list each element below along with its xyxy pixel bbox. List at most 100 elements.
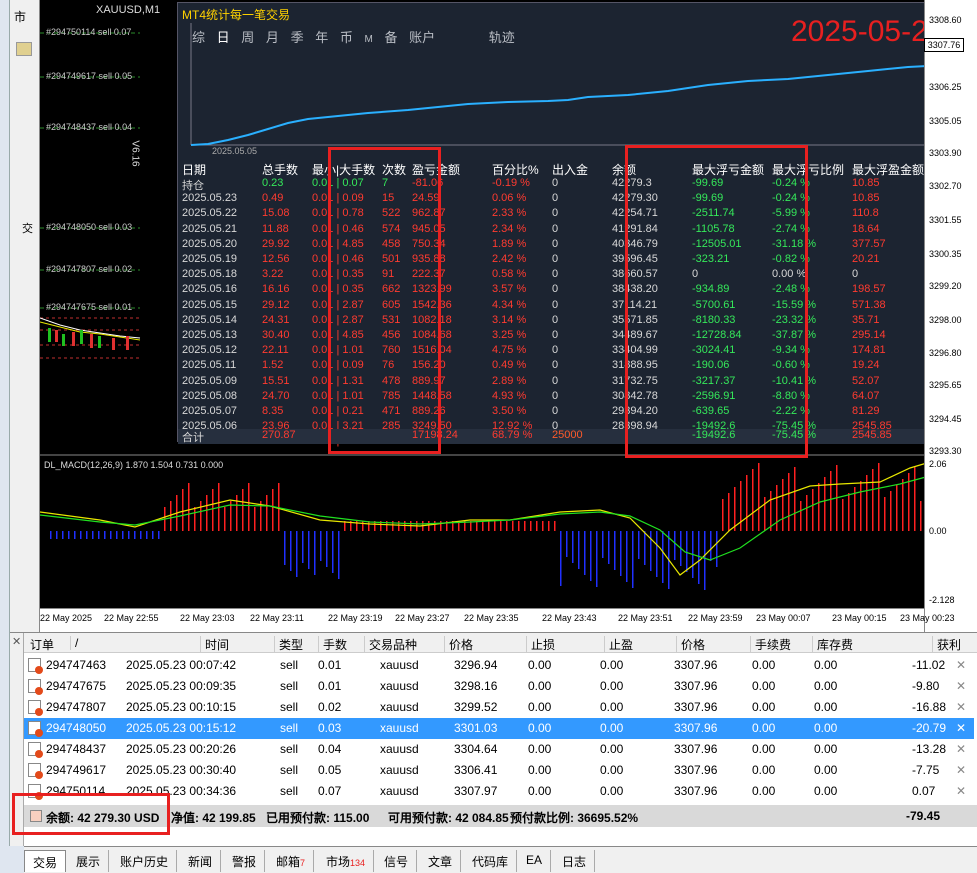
- stats-cell: 19.24: [852, 359, 880, 372]
- macd-histogram-bar: [320, 531, 322, 561]
- stats-cell: 2.34 %: [492, 222, 527, 235]
- orders-column-header[interactable]: 止损: [526, 636, 555, 653]
- order-cell: 3299.52: [454, 700, 498, 714]
- orders-column-header[interactable]: 库存费: [812, 636, 853, 653]
- tab-8[interactable]: 信号: [376, 850, 418, 872]
- macd-histogram-bar: [626, 531, 628, 582]
- tab-4[interactable]: 新闻: [180, 850, 222, 872]
- tab-label: 代码库: [472, 855, 509, 869]
- order-cell: sell: [280, 742, 299, 756]
- order-line-label[interactable]: #294748050 sell 0.03: [46, 222, 132, 232]
- macd-histogram-bar: [614, 531, 616, 570]
- close-order-icon[interactable]: ✕: [956, 721, 966, 735]
- order-cell: 0.00: [600, 763, 624, 777]
- macd-histogram-bar: [710, 531, 712, 561]
- macd-histogram-bar: [512, 521, 514, 531]
- macd-histogram-bar: [578, 531, 580, 569]
- tab-10[interactable]: 代码库: [464, 850, 518, 872]
- macd-histogram-bar: [602, 531, 604, 558]
- order-line-label[interactable]: #294750114 sell 0.07: [46, 27, 131, 37]
- order-row[interactable]: 294747807 2025.05.23 00:10:15 sell 0.02 xauu…: [24, 697, 974, 718]
- macd-histogram-bar: [362, 521, 364, 531]
- macd-histogram-bar: [206, 495, 208, 531]
- close-order-icon[interactable]: ✕: [956, 700, 966, 714]
- tab-3[interactable]: 账户历史: [112, 850, 178, 872]
- macd-histogram-bar: [296, 531, 298, 577]
- terminal-tabs: 交易 展示 账户历史 新闻 警报 邮箱7 市场134 信号 文章 代码库 EA 日志: [24, 846, 977, 873]
- tab-12[interactable]: 日志: [554, 850, 596, 872]
- order-cell: 3296.94: [454, 658, 498, 672]
- orders-column-header[interactable]: 类型: [274, 636, 303, 653]
- macd-histogram-bar: [608, 531, 610, 564]
- macd-histogram-bar: [884, 497, 886, 531]
- orders-column-header[interactable]: 手续费: [750, 636, 791, 653]
- order-cell: 0.02: [318, 700, 342, 714]
- macd-histogram-bar: [338, 531, 340, 579]
- order-row[interactable]: 294748050 2025.05.23 00:15:12 sell 0.03 xauu…: [24, 718, 974, 739]
- tab-9[interactable]: 文章: [420, 850, 462, 872]
- macd-histogram-bar: [848, 493, 850, 531]
- orders-column-header[interactable]: 订单: [26, 636, 54, 653]
- tab-5[interactable]: 警报: [224, 850, 266, 872]
- macd-histogram-bar: [650, 531, 652, 571]
- stats-row: 2025.05.09 15.51 0.01 | 1.31 478 889.97 2.89 …: [178, 375, 937, 390]
- order-row[interactable]: 294747463 2025.05.23 00:07:42 sell 0.01 xauu…: [24, 655, 974, 676]
- macd-histogram-bar: [716, 531, 718, 567]
- tab-7[interactable]: 市场134: [318, 850, 375, 872]
- close-order-icon[interactable]: ✕: [956, 679, 966, 693]
- order-line-label[interactable]: #294748437 sell 0.04: [46, 122, 132, 132]
- macd-histogram-bar: [788, 473, 790, 531]
- close-order-icon[interactable]: ✕: [956, 742, 966, 756]
- macd-histogram-bar: [656, 531, 658, 577]
- left-toolbar-strip: [0, 0, 10, 873]
- highlight-box-drawdown: [625, 145, 808, 458]
- order-line-label[interactable]: #294749617 sell 0.05: [46, 71, 132, 81]
- order-cell: 0.00: [528, 721, 552, 735]
- sell-order-icon: [28, 658, 43, 674]
- orders-column-header[interactable]: 交易品种: [364, 636, 417, 653]
- orders-column-header[interactable]: 止盈: [604, 636, 633, 653]
- order-row[interactable]: 294749617 2025.05.23 00:30:40 sell 0.05 xauu…: [24, 760, 974, 781]
- stats-cell: 198.57: [852, 283, 886, 296]
- expert-icon[interactable]: [16, 42, 32, 56]
- close-icon[interactable]: ✕: [12, 635, 21, 648]
- close-order-icon[interactable]: ✕: [956, 658, 966, 672]
- macd-histogram-bar: [104, 531, 106, 539]
- order-cell: sell: [280, 658, 299, 672]
- price-tick-label: 3305.05: [929, 116, 962, 126]
- stats-cell: 24.70: [262, 389, 290, 402]
- orders-column-header[interactable]: 手数: [318, 636, 347, 653]
- orders-column-header[interactable]: 价格: [676, 636, 705, 653]
- terminal-panel: ✕ 订单 / 时间 类型 手数 交易品种 价格 止损 止盈 价格 手续费 库存费 获利 29474746…: [10, 632, 977, 847]
- close-order-icon[interactable]: ✕: [956, 784, 966, 798]
- macd-histogram-bar: [488, 521, 490, 531]
- macd-histogram-bar: [170, 501, 172, 531]
- order-line-label[interactable]: #294747807 sell 0.02: [46, 264, 132, 274]
- tab-2[interactable]: 展示: [68, 850, 110, 872]
- tab-11[interactable]: EA: [518, 850, 552, 872]
- order-row[interactable]: 294747675 2025.05.23 00:09:35 sell 0.01 xauu…: [24, 676, 974, 697]
- stats-cell: 0.49: [262, 192, 284, 205]
- orders-column-header[interactable]: /: [70, 636, 78, 650]
- tab-6[interactable]: 邮箱7: [268, 850, 315, 872]
- tab-1[interactable]: 交易: [24, 850, 67, 872]
- order-cell: 0.00: [814, 658, 838, 672]
- close-order-icon[interactable]: ✕: [956, 763, 966, 777]
- tab-label: EA: [526, 853, 543, 867]
- orders-column-header[interactable]: 获利: [932, 636, 961, 653]
- stats-row: 2025.05.14 24.31 0.01 | 2.87 531 1082.18 3.14…: [178, 314, 937, 329]
- time-tick-label: 22 May 23:51: [618, 613, 673, 623]
- orders-column-header[interactable]: 价格: [444, 636, 473, 653]
- orders-column-header[interactable]: 时间: [200, 636, 229, 653]
- stats-cell: 4.34 %: [492, 298, 527, 311]
- macd-histogram-bar: [902, 479, 904, 531]
- order-row[interactable]: 294748437 2025.05.23 00:20:26 sell 0.04 xauu…: [24, 739, 974, 760]
- price-chart[interactable]: XAUUSD,M1 #294750114 sell 0.07 #29474961…: [40, 0, 937, 632]
- order-line-label[interactable]: #294747675 sell 0.01: [46, 302, 132, 312]
- stats-cell: 2025.05.12: [182, 344, 238, 357]
- stats-cell: 0.06 %: [492, 192, 527, 205]
- stats-cell: 3.14 %: [492, 313, 527, 326]
- stats-cell: 0: [552, 237, 559, 250]
- order-cell: 3298.16: [454, 679, 498, 693]
- stats-cell: 29.92: [262, 237, 290, 250]
